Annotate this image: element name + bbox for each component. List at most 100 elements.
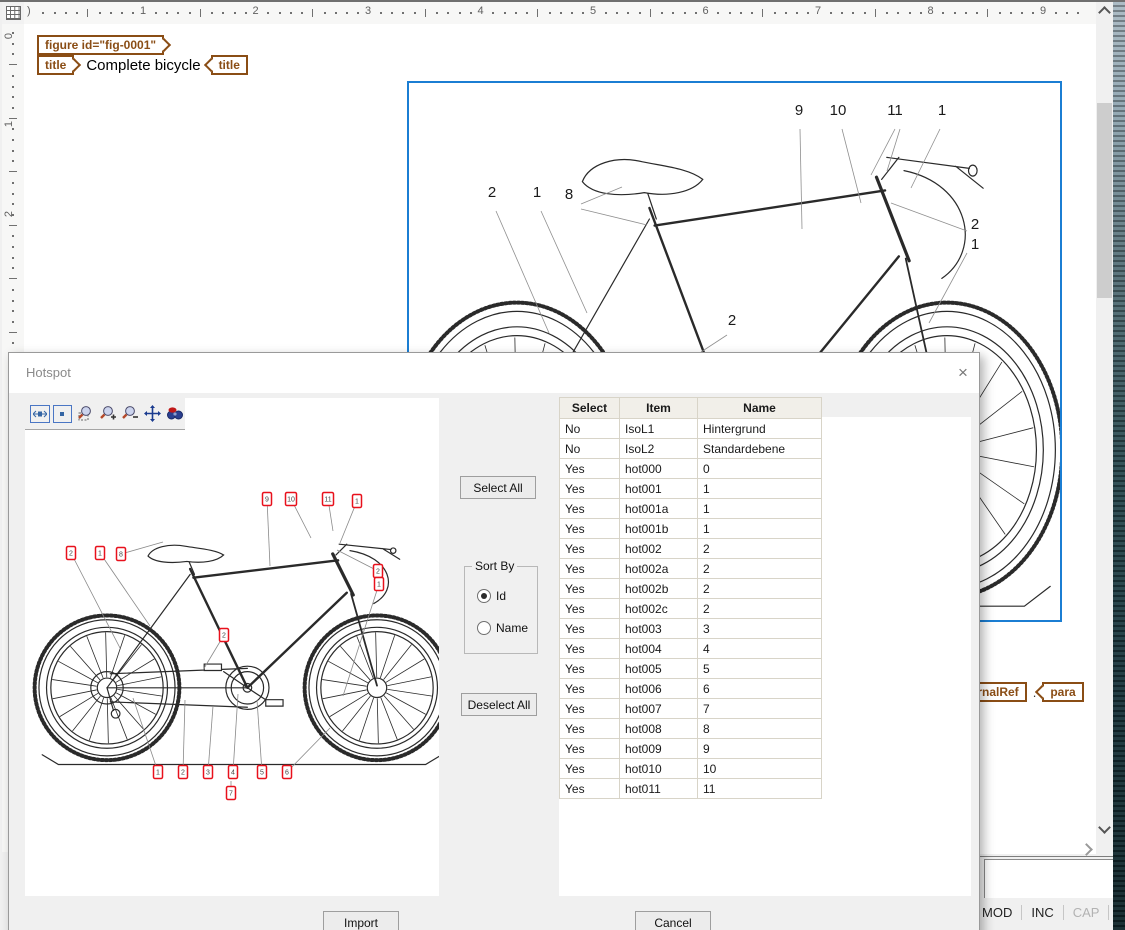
cell-item[interactable]: hot008 (620, 719, 698, 739)
table-row[interactable]: Yes hot007 7 (560, 699, 822, 719)
cell-item[interactable]: hot002 (620, 539, 698, 559)
cell-name[interactable]: 11 (698, 779, 822, 799)
column-header-select[interactable]: Select (560, 398, 620, 419)
cell-name[interactable]: Hintergrund (698, 419, 822, 439)
vertical-scrollbar[interactable] (1096, 2, 1113, 855)
actual-size-icon[interactable] (53, 405, 73, 423)
cell-item[interactable]: hot001b (620, 519, 698, 539)
cell-item[interactable]: hot006 (620, 679, 698, 699)
cell-name[interactable]: 6 (698, 679, 822, 699)
title-open-tag[interactable]: title (37, 55, 74, 75)
column-header-name[interactable]: Name (698, 398, 822, 419)
cell-item[interactable]: hot004 (620, 639, 698, 659)
cell-name[interactable]: 2 (698, 579, 822, 599)
table-row[interactable]: Yes hot011 11 (560, 779, 822, 799)
para-close-tag[interactable]: para (1042, 682, 1083, 702)
table-row[interactable]: Yes hot006 6 (560, 679, 822, 699)
cell-name[interactable]: 2 (698, 539, 822, 559)
cell-item[interactable]: hot005 (620, 659, 698, 679)
radio-icon[interactable] (477, 621, 491, 635)
table-row[interactable]: Yes hot001b 1 (560, 519, 822, 539)
figure-title-text[interactable]: Complete bicycle (86, 57, 200, 74)
figure-open-tag[interactable]: figure id="fig-0001" (37, 35, 164, 55)
table-row[interactable]: Yes hot008 8 (560, 719, 822, 739)
cell-name[interactable]: 2 (698, 599, 822, 619)
cell-item[interactable]: hot001a (620, 499, 698, 519)
cell-select[interactable]: Yes (560, 459, 620, 479)
cell-name[interactable]: 1 (698, 519, 822, 539)
zoom-selection-icon[interactable] (75, 405, 95, 423)
table-row[interactable]: Yes hot002b 2 (560, 579, 822, 599)
fit-width-icon[interactable] (30, 405, 50, 423)
cell-name[interactable]: 10 (698, 759, 822, 779)
cell-select[interactable]: Yes (560, 679, 620, 699)
cell-item[interactable]: hot002c (620, 599, 698, 619)
cell-item[interactable]: hot009 (620, 739, 698, 759)
scroll-right-arrow-icon[interactable] (1080, 842, 1096, 856)
import-button[interactable]: Import (323, 911, 399, 930)
cell-select[interactable]: Yes (560, 759, 620, 779)
cell-item[interactable]: hot001 (620, 479, 698, 499)
zoom-out-icon[interactable] (120, 405, 140, 423)
cell-select[interactable]: Yes (560, 619, 620, 639)
table-row[interactable]: No IsoL1 Hintergrund (560, 419, 822, 439)
cell-name[interactable]: 0 (698, 459, 822, 479)
cell-item[interactable]: hot007 (620, 699, 698, 719)
zoom-in-icon[interactable] (98, 405, 118, 423)
cell-select[interactable]: Yes (560, 499, 620, 519)
table-row[interactable]: Yes hot003 3 (560, 619, 822, 639)
cell-item[interactable]: hot011 (620, 779, 698, 799)
cell-select[interactable]: Yes (560, 599, 620, 619)
cell-select[interactable]: Yes (560, 559, 620, 579)
cell-name[interactable]: 2 (698, 559, 822, 579)
cell-item[interactable]: hot010 (620, 759, 698, 779)
cell-select[interactable]: Yes (560, 579, 620, 599)
vertical-scrollbar-thumb[interactable] (1097, 103, 1112, 298)
table-row[interactable]: Yes hot005 5 (560, 659, 822, 679)
table-row[interactable]: Yes hot002a 2 (560, 559, 822, 579)
cell-select[interactable]: Yes (560, 739, 620, 759)
cell-select[interactable]: Yes (560, 659, 620, 679)
cell-name[interactable]: 9 (698, 739, 822, 759)
cell-item[interactable]: IsoL1 (620, 419, 698, 439)
cell-item[interactable]: hot002a (620, 559, 698, 579)
column-header-item[interactable]: Item (620, 398, 698, 419)
ruler-corner-button[interactable] (2, 2, 25, 25)
cell-item[interactable]: IsoL2 (620, 439, 698, 459)
table-row[interactable]: No IsoL2 Standardebene (560, 439, 822, 459)
find-icon[interactable] (165, 405, 185, 423)
table-row[interactable]: Yes hot001a 1 (560, 499, 822, 519)
cell-select[interactable]: No (560, 439, 620, 459)
select-all-button[interactable]: Select All (460, 476, 536, 499)
table-row[interactable]: Yes hot010 10 (560, 759, 822, 779)
cell-select[interactable]: Yes (560, 699, 620, 719)
deselect-all-button[interactable]: Deselect All (461, 693, 537, 716)
hotspot-preview-panel[interactable]: 9101112182121234567 (25, 398, 439, 896)
cell-select[interactable]: Yes (560, 639, 620, 659)
cell-name[interactable]: 5 (698, 659, 822, 679)
sort-radio-option[interactable]: Id (477, 589, 506, 603)
cell-item[interactable]: hot000 (620, 459, 698, 479)
cell-select[interactable]: Yes (560, 479, 620, 499)
scroll-down-arrow-icon[interactable] (1096, 820, 1113, 837)
cell-select[interactable]: No (560, 419, 620, 439)
table-row[interactable]: Yes hot002 2 (560, 539, 822, 559)
cell-name[interactable]: 1 (698, 479, 822, 499)
sort-radio-option[interactable]: Name (477, 621, 528, 635)
title-close-tag[interactable]: title (211, 55, 248, 75)
cell-name[interactable]: 7 (698, 699, 822, 719)
table-row[interactable]: Yes hot001 1 (560, 479, 822, 499)
cell-item[interactable]: hot003 (620, 619, 698, 639)
table-row[interactable]: Yes hot000 0 (560, 459, 822, 479)
cell-item[interactable]: hot002b (620, 579, 698, 599)
table-row[interactable]: Yes hot009 9 (560, 739, 822, 759)
close-icon[interactable]: × (951, 361, 975, 385)
cell-select[interactable]: Yes (560, 719, 620, 739)
cell-select[interactable]: Yes (560, 519, 620, 539)
table-row[interactable]: Yes hot004 4 (560, 639, 822, 659)
table-row[interactable]: Yes hot002c 2 (560, 599, 822, 619)
pan-icon[interactable] (143, 405, 163, 423)
cancel-button[interactable]: Cancel (635, 911, 711, 930)
dialog-title-bar[interactable]: Hotspot (9, 353, 979, 393)
cell-name[interactable]: 8 (698, 719, 822, 739)
